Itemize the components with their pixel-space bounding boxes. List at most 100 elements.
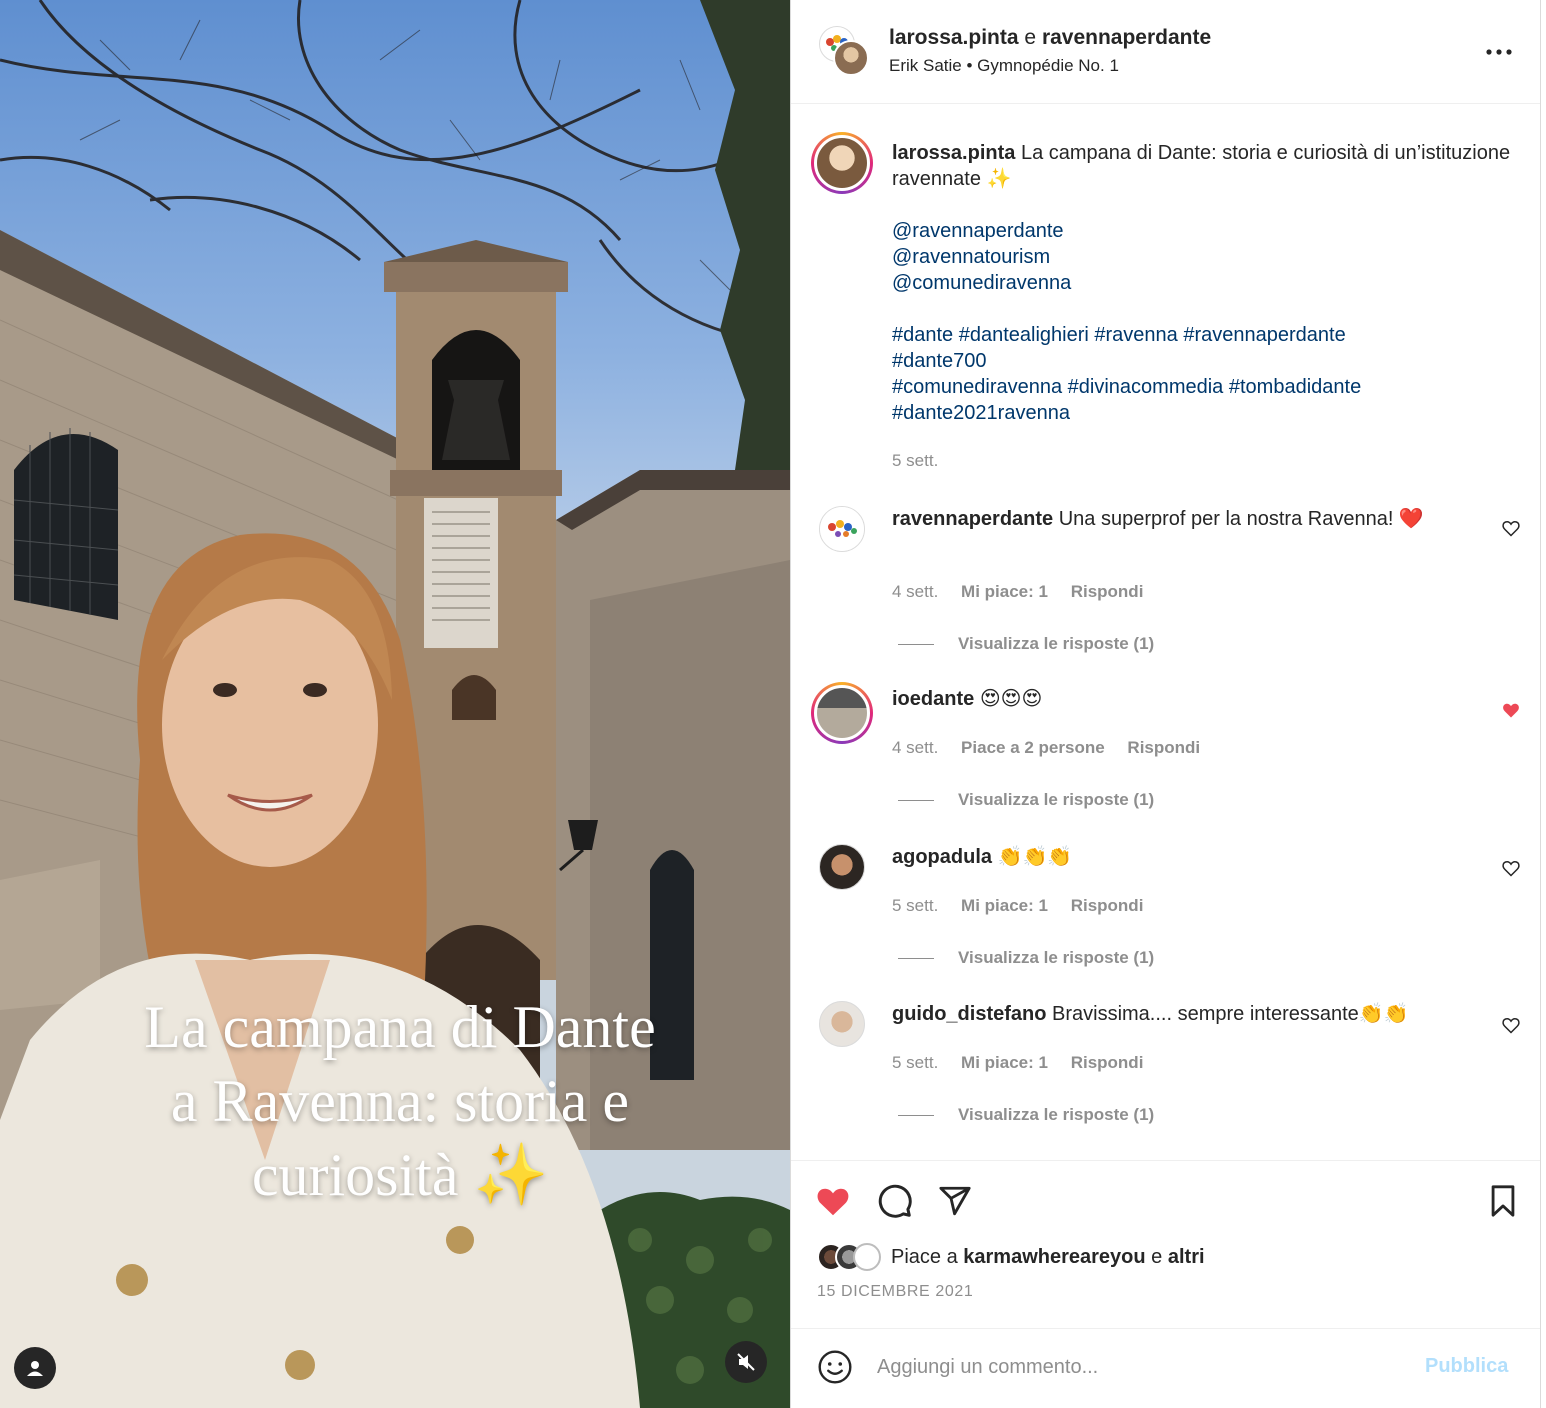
comment-time[interactable]: 5 sett. (892, 1053, 938, 1072)
comment-meta: 4 sett. Mi piace: 1 Rispondi (892, 582, 1161, 602)
replies-dash (898, 799, 934, 801)
comment-text: ioedante 😍😍😍 (892, 686, 1472, 712)
tagged-users-button[interactable] (14, 1347, 56, 1389)
comment-text: agopadula 👏👏👏 (892, 844, 1472, 870)
publish-button[interactable]: Pubblica (1425, 1355, 1508, 1378)
add-comment-bar: Pubblica (791, 1328, 1541, 1408)
likes-user[interactable]: karmawhereareyou (963, 1246, 1145, 1268)
paper-plane-icon (939, 1186, 971, 1216)
comment-username[interactable]: ravennaperdante (892, 508, 1053, 530)
comment-username[interactable]: agopadula (892, 846, 992, 868)
overlay-line: curiosità ✨ (251, 1142, 549, 1208)
likes-summary[interactable]: Piace a karmawhereareyou e altri (817, 1243, 1205, 1271)
replies-dash (898, 1114, 934, 1116)
hashtag-line[interactable]: #comunediravenna #divinacommedia #tombad… (892, 374, 1512, 400)
view-replies-label: Visualizza le risposte (1) (958, 790, 1155, 809)
reply-button[interactable]: Rispondi (1071, 1053, 1144, 1072)
comment-likes[interactable]: Piace a 2 persone (961, 738, 1105, 757)
comment-username[interactable]: guido_distefano (892, 1003, 1046, 1025)
author-link[interactable]: ravennaperdante (1042, 26, 1211, 49)
comment-input[interactable] (877, 1349, 1397, 1385)
save-button[interactable] (1483, 1181, 1523, 1221)
mention-link[interactable]: @ravennaperdante (892, 218, 1512, 244)
authors-joiner: e (1024, 26, 1037, 49)
view-replies-button[interactable]: Visualizza le risposte (1) (898, 1105, 1154, 1125)
heart-outline-icon (1502, 521, 1520, 537)
heart-outline-icon (1502, 1018, 1520, 1034)
comment-text: guido_distefano Bravissima.... sempre in… (892, 1001, 1492, 1027)
comment-like-button[interactable] (1501, 858, 1523, 880)
mention-link[interactable]: @ravennatourism (892, 244, 1512, 270)
audio-title: Gymnopédie No. 1 (977, 56, 1119, 75)
share-button[interactable] (935, 1181, 975, 1221)
comment-likes[interactable]: Mi piace: 1 (961, 582, 1048, 601)
comment-like-button[interactable] (1501, 518, 1523, 540)
likes-joiner: e (1151, 1245, 1163, 1268)
comment-meta: 5 sett. Mi piace: 1 Rispondi (892, 896, 1161, 916)
avatar[interactable] (811, 682, 873, 744)
comment-time[interactable]: 5 sett. (892, 896, 938, 915)
audio-artist: Erik Satie (889, 56, 962, 75)
post-media[interactable]: La campana di Dante a Ravenna: storia e … (0, 0, 790, 1408)
user-icon (27, 1361, 43, 1376)
avatar[interactable] (819, 1001, 865, 1047)
likes-text: Piace a karmawhereareyou e altri (891, 1246, 1205, 1269)
view-replies-label: Visualizza le risposte (1) (958, 634, 1155, 653)
comment-time[interactable]: 4 sett. (892, 738, 938, 757)
heart-filled-icon (1503, 703, 1519, 718)
reply-button[interactable]: Rispondi (1127, 738, 1200, 757)
comment-text: ravennaperdante Una superprof per la nos… (892, 506, 1472, 532)
avatar (853, 1243, 881, 1271)
comment-item: guido_distefano Bravissima.... sempre in… (811, 1001, 1531, 1151)
comment-meta: 5 sett. Mi piace: 1 Rispondi (892, 1053, 1161, 1073)
like-button[interactable] (813, 1181, 853, 1221)
view-replies-button[interactable]: Visualizza le risposte (1) (898, 634, 1154, 654)
overlay-line: a Ravenna: storia e (170, 1068, 630, 1134)
post-header: larossa.pinta e ravennaperdante Erik Sat… (791, 0, 1541, 104)
audio-track[interactable]: Erik Satie • Gymnopédie No. 1 (889, 56, 1119, 76)
post-authors: larossa.pinta e ravennaperdante (889, 26, 1211, 50)
comment-likes[interactable]: Mi piace: 1 (961, 896, 1048, 915)
comment-like-button[interactable] (1501, 700, 1523, 722)
comment-button[interactable] (875, 1181, 915, 1221)
avatar[interactable] (819, 506, 865, 552)
bookmark-icon (1491, 1185, 1515, 1217)
view-replies-button[interactable]: Visualizza le risposte (1) (898, 790, 1154, 810)
emoji-button[interactable] (817, 1349, 853, 1385)
avatar[interactable] (833, 40, 869, 76)
comment-likes[interactable]: Mi piace: 1 (961, 1053, 1048, 1072)
collab-avatars[interactable] (819, 26, 869, 78)
reply-button[interactable]: Rispondi (1071, 582, 1144, 601)
speaker-muted-icon (737, 1353, 755, 1371)
comment-body: Bravissima.... sempre interessante👏👏 (1052, 1003, 1409, 1025)
comment-bubble-icon (878, 1184, 912, 1218)
caption-username[interactable]: larossa.pinta (892, 142, 1015, 164)
comment-item: ioedante 😍😍😍 4 sett. Piace a 2 persone R… (811, 682, 1531, 836)
avatar[interactable] (811, 132, 873, 194)
mention-link[interactable]: @comunediravenna (892, 270, 1512, 296)
reply-button[interactable]: Rispondi (1071, 896, 1144, 915)
comment-username[interactable]: ioedante (892, 688, 974, 710)
post-caption: larossa.pinta La campana di Dante: stori… (811, 128, 1511, 488)
comments-list[interactable]: larossa.pinta La campana di Dante: stori… (791, 104, 1541, 1160)
heart-outline-icon (1502, 861, 1520, 877)
comment-item: ravennaperdante Una superprof per la nos… (811, 506, 1531, 656)
caption-text: larossa.pinta La campana di Dante: stori… (892, 140, 1512, 474)
hashtag-line[interactable]: #dante2021ravenna (892, 400, 1512, 426)
replies-dash (898, 643, 934, 645)
author-link[interactable]: larossa.pinta (889, 26, 1019, 49)
hashtag-line[interactable]: #dante700 (892, 348, 1512, 374)
comment-body: Una superprof per la nostra Ravenna! ❤️ (1058, 508, 1424, 530)
smiley-icon (818, 1350, 852, 1384)
more-options-button[interactable] (1485, 38, 1513, 66)
comment-time[interactable]: 4 sett. (892, 582, 938, 601)
avatar[interactable] (819, 844, 865, 890)
view-replies-label: Visualizza le risposte (1) (958, 1105, 1155, 1124)
comment-like-button[interactable] (1501, 1015, 1523, 1037)
hashtag-line[interactable]: #dante #dantealighieri #ravenna #ravenna… (892, 322, 1512, 348)
mute-button[interactable] (725, 1341, 767, 1383)
view-replies-button[interactable]: Visualizza le risposte (1) (898, 948, 1154, 968)
post-date[interactable]: 15 DICEMBRE 2021 (817, 1283, 973, 1301)
caption-time[interactable]: 5 sett. (892, 448, 1512, 474)
likes-others[interactable]: altri (1168, 1246, 1205, 1268)
